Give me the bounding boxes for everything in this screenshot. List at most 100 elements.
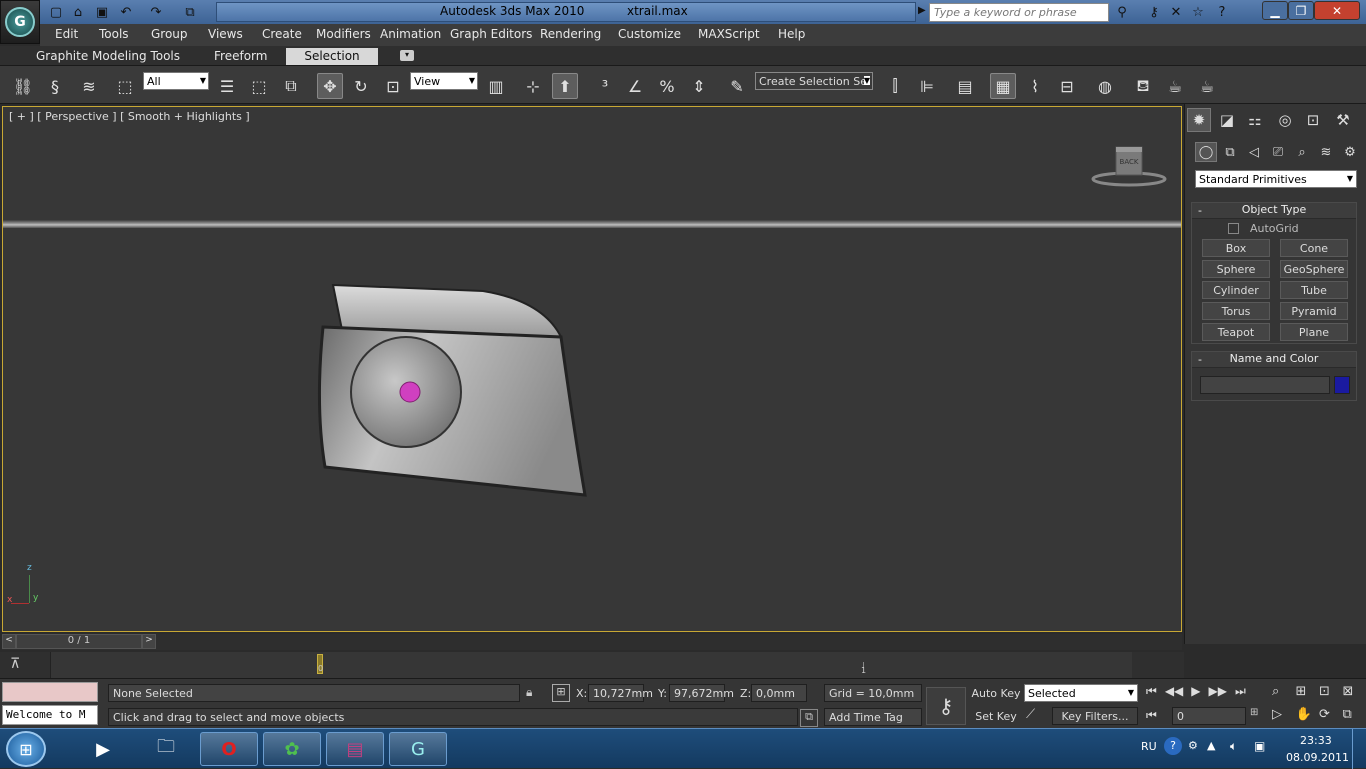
ribbon-options-icon[interactable]: ▾ (400, 50, 414, 61)
search-input[interactable]: Type a keyword or phrase (929, 3, 1109, 22)
utilities-tab-icon[interactable]: ⚒ (1331, 108, 1355, 132)
play-icon[interactable]: ▶ (1191, 684, 1200, 702)
star-icon[interactable]: ☆ (1188, 3, 1208, 21)
unlink-icon[interactable]: § (42, 73, 68, 99)
redo-icon[interactable]: ↷ (146, 3, 166, 21)
clock-time[interactable]: 23:33 (1300, 734, 1332, 747)
help-tray-icon[interactable]: ? (1164, 737, 1182, 755)
open-folder-icon[interactable]: ⌂ (68, 3, 88, 21)
graphite-toggle-icon[interactable]: ▦ (990, 73, 1016, 99)
field-of-view-icon[interactable]: ▷ (1272, 707, 1294, 728)
time-tag-icon[interactable]: ⧉ (800, 709, 818, 727)
perspective-viewport[interactable]: [ + ] [ Perspective ] [ Smooth + Highlig… (2, 106, 1182, 632)
set-key-icon[interactable]: ⚷ (926, 687, 966, 725)
minimize-button[interactable]: ▁ (1262, 1, 1288, 20)
quick-render-icon[interactable]: ☕ (1194, 73, 1220, 99)
opera-browser-icon[interactable]: O (200, 732, 258, 766)
pivot-center-icon[interactable]: ▥ (483, 73, 509, 99)
curve-editor-mini-icon[interactable]: ⊼ (10, 656, 34, 674)
set-key-button[interactable]: Set Key (970, 707, 1022, 727)
current-frame-field[interactable]: 0 (1172, 707, 1246, 725)
selection-filter-dropdown[interactable]: All ▼ (143, 72, 209, 90)
menu-animation[interactable]: Animation (380, 27, 441, 41)
time-slider[interactable]: 0 / 1 (16, 634, 142, 649)
x-icon[interactable]: ✕ (1166, 3, 1186, 21)
key-filters-button[interactable]: Key Filters... (1052, 707, 1138, 725)
binoculars-icon[interactable]: ⚲ (1112, 3, 1132, 21)
clock-date[interactable]: 08.09.2011 (1286, 751, 1349, 764)
icq-icon[interactable]: ✿ (263, 732, 321, 766)
save-icon[interactable]: ▣ (92, 3, 112, 21)
geometry-icon[interactable]: ◯ (1195, 142, 1217, 162)
render-setup-icon[interactable]: ⛾ (1130, 73, 1156, 99)
track-area[interactable]: 0 1 (50, 652, 1132, 678)
3dsmax-taskbar-icon[interactable]: G (389, 732, 447, 766)
rectangular-selection-icon[interactable]: ⬚ (246, 73, 272, 99)
angle-snap-icon[interactable]: ∠ (622, 73, 648, 99)
lock-selection-icon[interactable]: 🔒︎ (526, 685, 532, 700)
reference-coordinate-dropdown[interactable]: View ▼ (410, 72, 478, 90)
next-frame-icon[interactable]: ▶▶ (1209, 684, 1227, 702)
object-color-swatch[interactable] (1334, 376, 1350, 394)
menu-tools[interactable]: Tools (99, 27, 129, 41)
zoom-icon[interactable]: ⌕ (1272, 684, 1294, 705)
close-button[interactable]: ✕ (1314, 1, 1360, 20)
volume-icon[interactable]: 🔈︎ (1230, 739, 1237, 754)
menu-rendering[interactable]: Rendering (540, 27, 601, 41)
maxscript-listener-input[interactable]: Welcome to M (2, 705, 98, 725)
menu-modifiers[interactable]: Modifiers (316, 27, 371, 41)
previous-frame-icon[interactable]: ◀◀ (1165, 684, 1183, 702)
search-expand-icon[interactable]: ▶ (918, 5, 926, 16)
x-coordinate-field[interactable]: 10,727mm (588, 684, 653, 702)
create-tab-icon[interactable]: ✹ (1187, 108, 1211, 132)
menu-help[interactable]: Help (778, 27, 805, 41)
space-warps-icon[interactable]: ≋ (1315, 142, 1337, 162)
material-editor-icon[interactable]: ◍ (1092, 73, 1118, 99)
select-filter-icon[interactable]: ⬚ (112, 73, 138, 99)
show-desktop-button[interactable] (1352, 729, 1366, 769)
sphere-button[interactable]: Sphere (1202, 260, 1270, 278)
key-mode-dropdown[interactable]: Selected ▼ (1024, 684, 1138, 702)
window-crossing-icon[interactable]: ⧉ (278, 73, 304, 99)
keys-icon[interactable]: ⚷ (1144, 3, 1164, 21)
help-icon[interactable]: ? (1212, 3, 1232, 21)
maximize-button[interactable]: ❐ (1288, 1, 1314, 20)
pyramid-button[interactable]: Pyramid (1280, 302, 1348, 320)
align-icon[interactable]: ⊫ (914, 73, 940, 99)
tab-graphite-modeling-tools[interactable]: Graphite Modeling Tools (28, 48, 188, 65)
spinner-snap-icon[interactable]: ⇕ (686, 73, 712, 99)
z-coordinate-field[interactable]: 0,0mm (751, 684, 807, 702)
tube-button[interactable]: Tube (1280, 281, 1348, 299)
add-time-tag-button[interactable]: Add Time Tag (824, 708, 922, 726)
key-mode-toggle-icon[interactable]: ⏮ (1146, 708, 1157, 723)
cylinder-button[interactable]: Cylinder (1202, 281, 1270, 299)
network-icon[interactable]: ▣ (1254, 739, 1265, 753)
absolute-mode-icon[interactable]: ⊞ (552, 684, 570, 702)
headlight-model[interactable] (313, 277, 593, 502)
app-menu-button[interactable]: G (0, 0, 40, 44)
viewport-label[interactable]: [ + ] [ Perspective ] [ Smooth + Highlig… (9, 110, 250, 123)
plane-button[interactable]: Plane (1280, 323, 1348, 341)
autogrid-checkbox[interactable] (1228, 223, 1239, 234)
default-in-out-tangent-icon[interactable]: ⟋ (1026, 707, 1046, 727)
winrar-icon[interactable]: ▤ (326, 732, 384, 766)
new-file-icon[interactable]: ▢ (46, 3, 66, 21)
schematic-view-icon[interactable]: ⊟ (1054, 73, 1080, 99)
cameras-icon[interactable]: ⎚ (1267, 142, 1289, 162)
select-rotate-icon[interactable]: ↻ (348, 73, 374, 99)
object-name-field[interactable] (1200, 376, 1330, 394)
select-by-name-icon[interactable]: ☰ (214, 73, 240, 99)
pan-icon[interactable]: ✋ (1296, 707, 1318, 728)
maximize-viewport-icon[interactable]: ⧉ (1343, 707, 1365, 728)
lights-icon[interactable]: ◁ (1243, 142, 1265, 162)
time-configuration-icon[interactable]: ⊞ (1250, 707, 1264, 725)
snaps-toggle-icon[interactable]: ³ (592, 73, 618, 99)
zoom-extents-icon[interactable]: ⊡ (1319, 684, 1341, 705)
edit-named-selection-icon[interactable]: ✎ (724, 73, 750, 99)
menu-graph-editors[interactable]: Graph Editors (450, 27, 532, 41)
show-hidden-icons-icon[interactable]: ▲ (1207, 739, 1215, 752)
maxscript-listener-output[interactable] (2, 682, 98, 702)
named-selection-set-dropdown[interactable]: Create Selection Se ▼ (755, 72, 873, 90)
systems-icon[interactable]: ⚙ (1339, 142, 1361, 162)
tab-freeform[interactable]: Freeform (206, 48, 275, 65)
